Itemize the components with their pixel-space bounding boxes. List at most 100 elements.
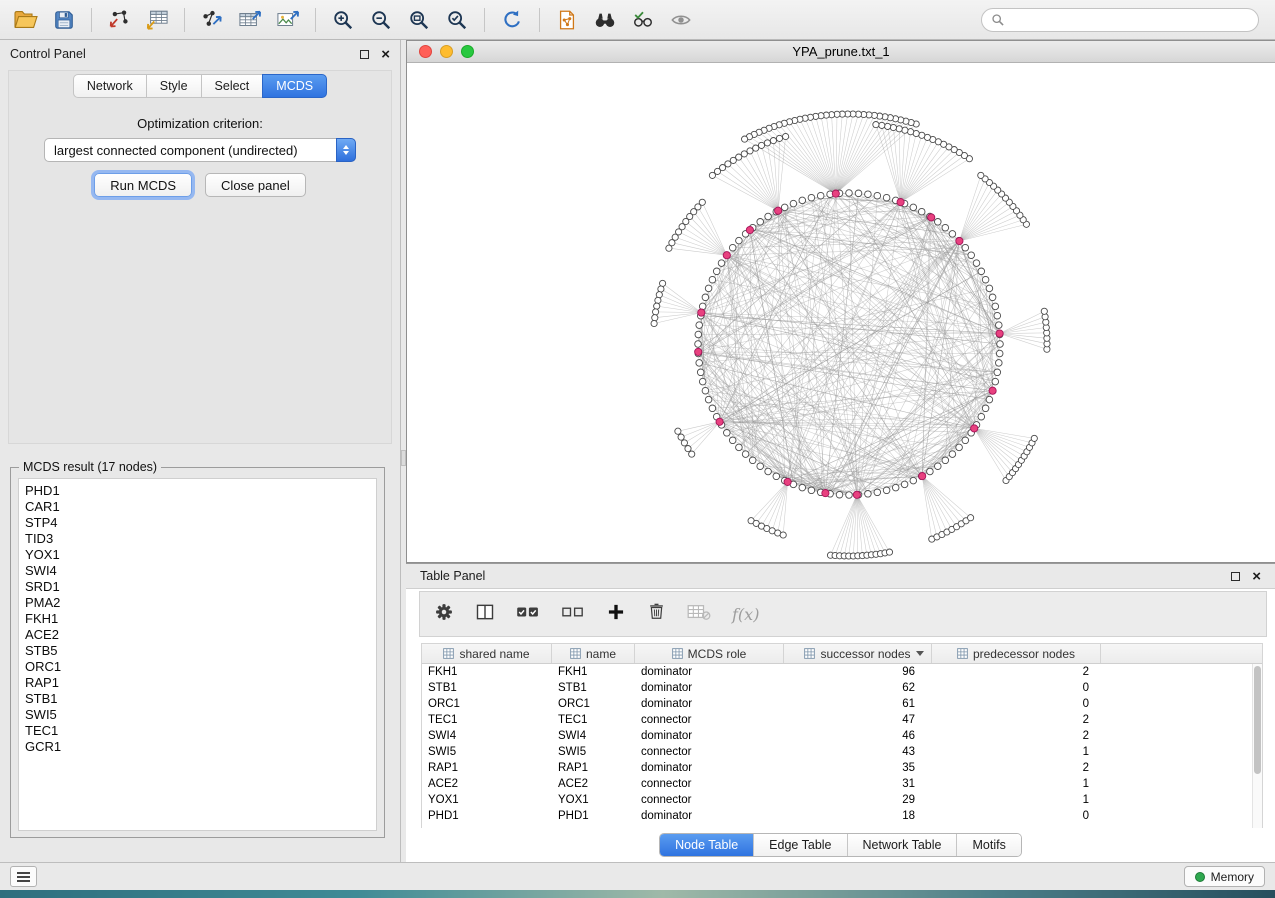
table-row[interactable]: SWI4SWI4dominator462	[422, 728, 1252, 744]
show-columns-button[interactable]	[475, 602, 495, 627]
sort-arrow-icon[interactable]	[916, 651, 924, 656]
table-row[interactable]: RAP1RAP1dominator352	[422, 760, 1252, 776]
memory-button[interactable]: Memory	[1184, 866, 1265, 887]
column-header-predecessor-nodes[interactable]: predecessor nodes	[932, 644, 1101, 663]
export-table-button[interactable]	[232, 4, 268, 36]
mcds-node-item[interactable]: ORC1	[25, 659, 376, 675]
run-mcds-button[interactable]: Run MCDS	[94, 173, 192, 197]
mcds-node-item[interactable]: FKH1	[25, 611, 376, 627]
cell-name: TEC1	[552, 714, 635, 726]
tab-motifs[interactable]: Motifs	[957, 834, 1020, 856]
cell-name: SWI5	[552, 746, 635, 758]
refresh-network-button[interactable]	[494, 4, 530, 36]
delete-icon	[647, 602, 666, 621]
export-network-button[interactable]	[194, 4, 230, 36]
mcds-node-item[interactable]: SWI4	[25, 563, 376, 579]
mcds-node-item[interactable]: GCR1	[25, 739, 376, 755]
export-image-button[interactable]	[270, 4, 306, 36]
table-row[interactable]: ORC1ORC1dominator610	[422, 696, 1252, 712]
mcds-node-item[interactable]: SWI5	[25, 707, 376, 723]
graphics-details-button[interactable]	[625, 4, 661, 36]
cell-role: dominator	[635, 666, 784, 678]
cell-role: connector	[635, 746, 784, 758]
search-input[interactable]	[1011, 13, 1249, 27]
column-header-name[interactable]: name	[552, 644, 635, 663]
close-mcds-panel-button[interactable]: Close panel	[205, 173, 306, 197]
status-bar: Memory	[0, 862, 1275, 890]
mcds-node-item[interactable]: TEC1	[25, 723, 376, 739]
select-all-icon	[516, 603, 540, 621]
mcds-node-item[interactable]: STB5	[25, 643, 376, 659]
column-label: MCDS role	[688, 647, 747, 661]
memory-label: Memory	[1211, 870, 1254, 884]
open-session-button[interactable]	[8, 4, 44, 36]
clone-network-button[interactable]	[549, 4, 585, 36]
save-session-button[interactable]	[46, 4, 82, 36]
table-row[interactable]: STB1STB1dominator620	[422, 680, 1252, 696]
mcds-node-item[interactable]: YOX1	[25, 547, 376, 563]
cell-role: dominator	[635, 762, 784, 774]
minimize-window-icon[interactable]	[440, 45, 453, 58]
mcds-node-item[interactable]: TID3	[25, 531, 376, 547]
mcds-node-item[interactable]: RAP1	[25, 675, 376, 691]
zoom-fit-button[interactable]	[401, 4, 437, 36]
cell-name: ORC1	[552, 698, 635, 710]
mcds-node-item[interactable]: PHD1	[25, 483, 376, 499]
tab-node-table[interactable]: Node Table	[660, 834, 754, 856]
close-table-panel-icon[interactable]: ×	[1252, 569, 1261, 584]
delete-column-button[interactable]	[647, 602, 666, 626]
table-scrollbar[interactable]	[1252, 664, 1262, 829]
import-table-button[interactable]	[139, 4, 175, 36]
search-box[interactable]	[981, 8, 1259, 32]
maximize-window-icon[interactable]	[461, 45, 474, 58]
deselect-all-button[interactable]	[561, 603, 585, 626]
import-network-button[interactable]	[101, 4, 137, 36]
show-hide-button[interactable]	[663, 4, 699, 36]
dropdown-stepper-icon[interactable]	[336, 138, 356, 162]
float-panel-icon[interactable]	[360, 50, 369, 59]
tab-network[interactable]: Network	[73, 74, 146, 98]
close-panel-icon[interactable]: ×	[381, 47, 390, 62]
table-footer: Node Table Edge Table Network Table Moti…	[406, 828, 1275, 862]
column-header-successor-nodes[interactable]: successor nodes	[784, 644, 932, 663]
criterion-dropdown[interactable]: largest connected component (undirected)	[44, 138, 356, 162]
zoom-selected-button[interactable]	[439, 4, 475, 36]
tab-select[interactable]: Select	[201, 74, 263, 98]
tab-edge-table[interactable]: Edge Table	[754, 834, 847, 856]
network-canvas[interactable]	[407, 63, 1275, 562]
column-header-mcds-role[interactable]: MCDS role	[635, 644, 784, 663]
cell-predecessors: 1	[932, 746, 1101, 758]
toolbar-separator	[184, 8, 185, 32]
table-row[interactable]: ACE2ACE2connector311	[422, 776, 1252, 792]
toolbar-separator	[315, 8, 316, 32]
close-window-icon[interactable]	[419, 45, 432, 58]
tab-mcds[interactable]: MCDS	[262, 74, 327, 98]
table-row[interactable]: PHD1PHD1dominator180	[422, 808, 1252, 824]
mcds-node-item[interactable]: ACE2	[25, 627, 376, 643]
tab-network-table[interactable]: Network Table	[848, 834, 958, 856]
zoom-in-button[interactable]	[325, 4, 361, 36]
mcds-node-item[interactable]: CAR1	[25, 499, 376, 515]
add-column-button[interactable]	[606, 602, 626, 627]
status-menu-button[interactable]	[10, 866, 37, 887]
float-table-panel-icon[interactable]	[1231, 572, 1240, 581]
criterion-selected-value: largest connected component (undirected)	[54, 143, 298, 158]
mcds-node-item[interactable]: PMA2	[25, 595, 376, 611]
column-header-shared-name[interactable]: shared name	[422, 644, 552, 663]
table-settings-button[interactable]	[434, 602, 454, 627]
network-title: YPA_prune.txt_1	[407, 44, 1275, 59]
mcds-node-item[interactable]: STB1	[25, 691, 376, 707]
find-button[interactable]	[587, 4, 623, 36]
mcds-result-list[interactable]: PHD1CAR1STP4TID3YOX1SWI4SRD1PMA2FKH1ACE2…	[18, 478, 377, 831]
table-row[interactable]: YOX1YOX1connector291	[422, 792, 1252, 808]
mcds-node-item[interactable]: STP4	[25, 515, 376, 531]
select-all-button[interactable]	[516, 603, 540, 626]
table-row[interactable]: SWI5SWI5connector431	[422, 744, 1252, 760]
network-titlebar[interactable]: YPA_prune.txt_1	[407, 41, 1275, 63]
mcds-node-item[interactable]: SRD1	[25, 579, 376, 595]
scrollbar-thumb[interactable]	[1254, 666, 1261, 774]
zoom-out-button[interactable]	[363, 4, 399, 36]
tab-style[interactable]: Style	[146, 74, 201, 98]
table-row[interactable]: FKH1FKH1dominator962	[422, 664, 1252, 680]
table-row[interactable]: TEC1TEC1connector472	[422, 712, 1252, 728]
